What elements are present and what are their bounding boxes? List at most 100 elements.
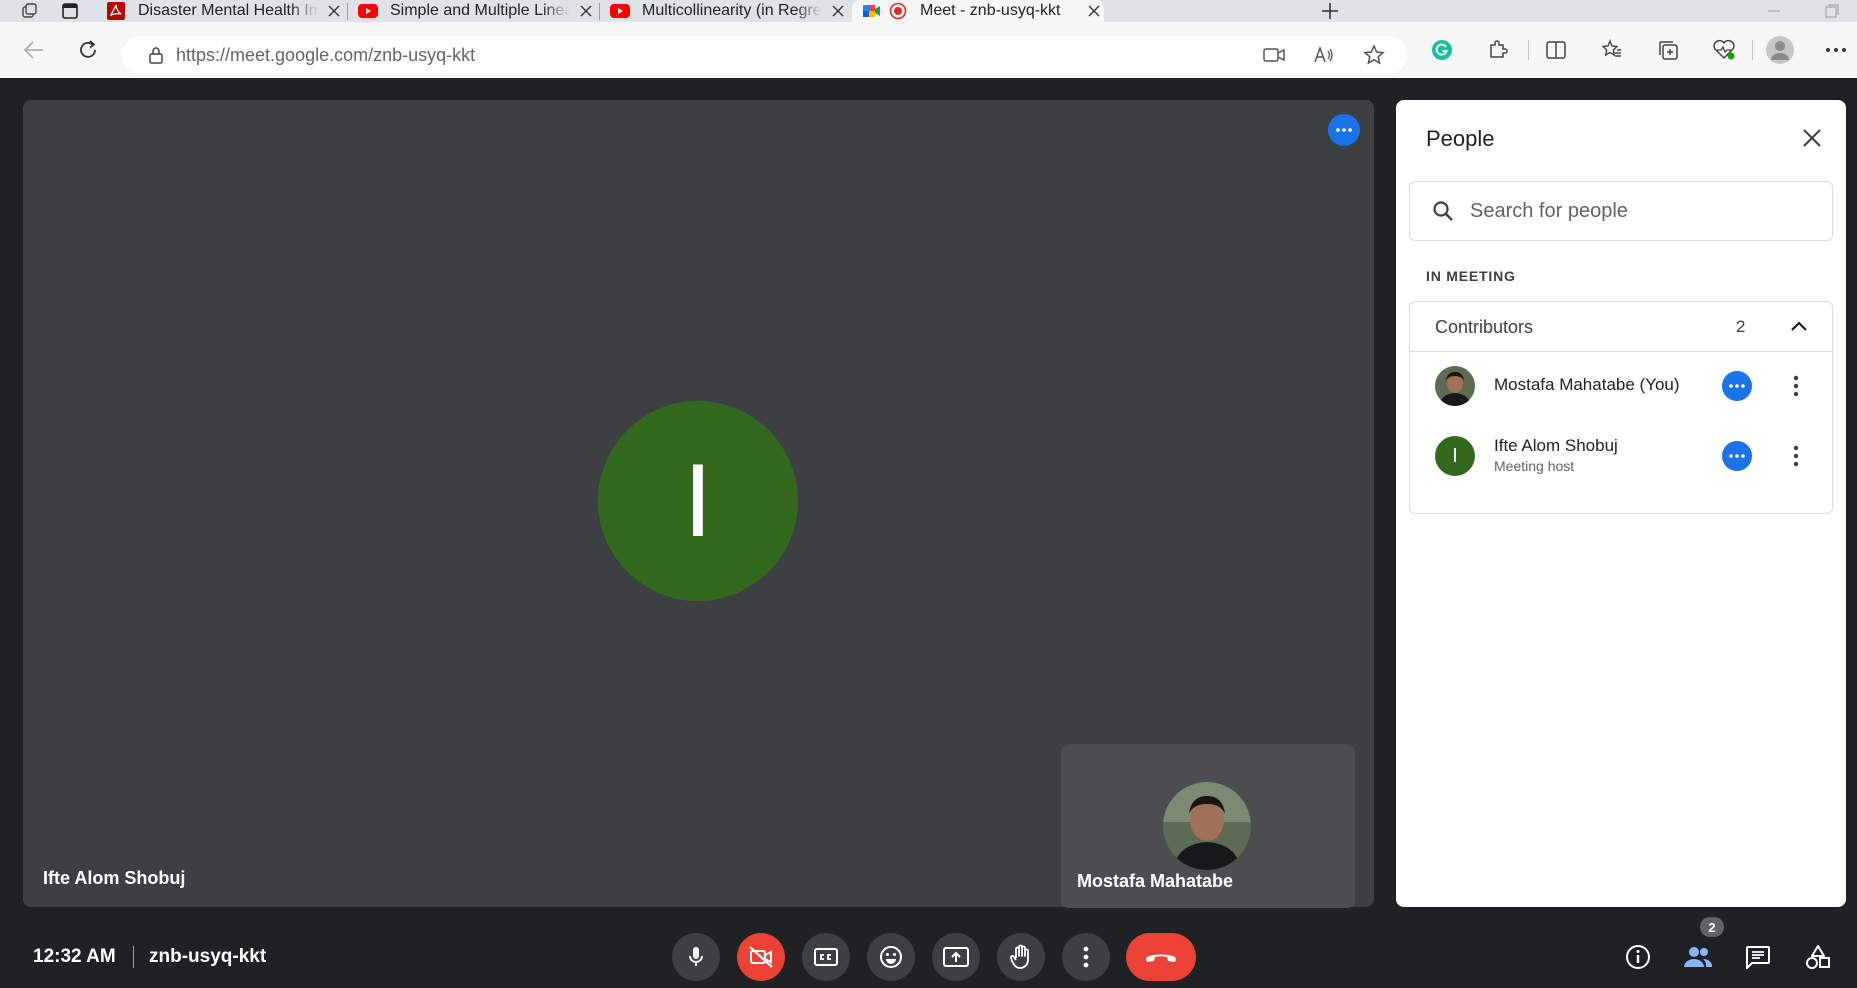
tab-separator [347, 3, 348, 20]
bar-separator [133, 946, 134, 968]
search-icon [1430, 198, 1456, 224]
participant-row[interactable]: Mostafa Mahatabe (You) [1410, 354, 1832, 416]
participant-avatar: I [1435, 436, 1475, 476]
contributors-group: Contributors 2 Mostafa Mahatabe (You) I … [1409, 301, 1833, 514]
main-participant-name: Ifte Alom Shobuj [43, 868, 186, 888]
url-path: znb-usyq-kkt [373, 44, 476, 65]
self-name: Mostafa Mahatabe [1077, 871, 1234, 891]
section-label: IN MEETING [1426, 268, 1516, 284]
participant-name: Ifte Alom Shobuj [1494, 436, 1618, 455]
reactions-button[interactable] [867, 933, 915, 981]
participant-more-icon[interactable] [1722, 371, 1752, 401]
tab-actions-icon[interactable] [58, 0, 82, 22]
search-input[interactable] [1470, 199, 1800, 223]
favorites-icon[interactable] [1594, 32, 1630, 68]
url-host: https://meet.google.com/ [176, 44, 374, 65]
lock-icon[interactable] [146, 45, 166, 65]
workspaces-icon[interactable] [18, 0, 42, 22]
browser-essentials-icon[interactable] [1706, 32, 1742, 68]
tab-multicollinearity[interactable]: Multicollinearity (in Regression A [610, 0, 848, 22]
hang-up-icon [1146, 954, 1176, 962]
url-text: https://meet.google.com/znb-usyq-kkt [176, 45, 475, 66]
tab-meet[interactable]: Meet - znb-usyq-kkt [852, 0, 1104, 22]
people-search-box[interactable] [1409, 181, 1833, 241]
settings-more-icon[interactable] [1818, 32, 1854, 68]
back-icon[interactable] [16, 22, 52, 78]
people-panel-title: People [1426, 126, 1495, 151]
emoji-icon [880, 946, 902, 968]
url-bar[interactable]: https://meet.google.com/znb-usyq-kkt [122, 36, 1407, 74]
close-tab-icon[interactable] [828, 1, 848, 21]
close-tab-icon[interactable] [576, 1, 596, 21]
meeting-time: 12:32 AM [33, 946, 116, 967]
tab-linear-regression[interactable]: Simple and Multiple Linear Regre [358, 0, 596, 22]
self-view-tile[interactable]: Mostafa Mahatabe [1061, 744, 1355, 908]
main-participant-tile[interactable]: I Ifte Alom Shobuj Mostafa Mahatabe [23, 100, 1374, 908]
youtube-icon [610, 2, 630, 20]
minimize-icon[interactable] [1762, 0, 1786, 22]
info-icon [1626, 945, 1650, 969]
split-screen-icon[interactable] [1538, 32, 1574, 68]
close-tab-icon[interactable] [324, 1, 344, 21]
meeting-details-button[interactable] [1616, 935, 1660, 979]
tab-title: Simple and Multiple Linear Regre [390, 2, 570, 19]
video-off-icon [749, 946, 773, 968]
participant-more-icon[interactable] [1722, 441, 1752, 471]
tab-title: Multicollinearity (in Regression A [642, 2, 822, 19]
tab-title: Meet - znb-usyq-kkt [920, 2, 1061, 19]
collections-icon[interactable] [1650, 32, 1686, 68]
reload-icon[interactable] [70, 22, 106, 78]
kebab-menu-icon[interactable] [1780, 440, 1812, 472]
profile-avatar-icon[interactable] [1762, 32, 1798, 68]
restore-icon[interactable] [1820, 0, 1844, 22]
tab-title: Disaster Mental Health Impact on [138, 2, 318, 19]
youtube-icon [358, 2, 378, 20]
participant-row[interactable]: I Ifte Alom Shobuj Meeting host [1410, 424, 1832, 486]
chevron-up-icon[interactable] [1786, 313, 1812, 339]
chat-icon [1746, 946, 1770, 969]
extensions-icon[interactable] [1480, 32, 1516, 68]
kebab-menu-icon[interactable] [1780, 370, 1812, 402]
close-panel-icon[interactable] [1794, 120, 1830, 156]
pdf-icon [106, 2, 126, 20]
toolbar-separator [1528, 40, 1529, 60]
raise-hand-button[interactable] [997, 933, 1045, 981]
activities-button[interactable] [1796, 935, 1840, 979]
chat-button[interactable] [1736, 935, 1780, 979]
group-label: Contributors [1435, 317, 1534, 337]
read-aloud-icon[interactable] [1309, 36, 1339, 74]
tab-bar: Disaster Mental Health Impact on Simple … [0, 0, 1857, 22]
group-count: 2 [1736, 317, 1746, 336]
contributors-header[interactable]: Contributors 2 [1410, 302, 1832, 352]
raise-hand-icon [1010, 944, 1029, 969]
leave-call-button[interactable] [1126, 933, 1196, 981]
main-participant-avatar: I [598, 401, 798, 601]
microphone-button[interactable] [672, 933, 720, 981]
favorite-star-icon[interactable] [1359, 36, 1389, 74]
present-screen-icon [943, 947, 969, 967]
closed-captions-icon [814, 948, 838, 966]
meet-stage: I Ifte Alom Shobuj Mostafa Mahatabe Peop… [3, 78, 1854, 988]
captions-button[interactable] [802, 933, 850, 981]
tab-pdf[interactable]: Disaster Mental Health Impact on [106, 0, 344, 22]
grammarly-icon[interactable] [1424, 32, 1460, 68]
tab-separator [599, 3, 600, 20]
recording-icon [888, 2, 908, 20]
participant-role: Meeting host [1494, 458, 1575, 474]
new-tab-icon[interactable] [1318, 0, 1342, 22]
more-vert-icon [1083, 946, 1089, 968]
camera-in-use-icon[interactable] [1259, 36, 1289, 74]
more-options-button[interactable] [1062, 933, 1110, 981]
tile-more-options-icon[interactable] [1328, 114, 1360, 146]
address-bar-row: https://meet.google.com/znb-usyq-kkt [0, 22, 1857, 78]
present-button[interactable] [932, 933, 980, 981]
camera-off-button[interactable] [737, 933, 785, 981]
people-count-badge: 2 [1700, 917, 1724, 937]
close-tab-icon[interactable] [1084, 1, 1104, 21]
activities-icon [1806, 945, 1830, 969]
participant-avatar [1435, 366, 1475, 406]
people-button[interactable] [1676, 935, 1720, 979]
self-avatar [1163, 782, 1251, 870]
microphone-icon [689, 947, 703, 966]
people-icon [1684, 947, 1713, 967]
